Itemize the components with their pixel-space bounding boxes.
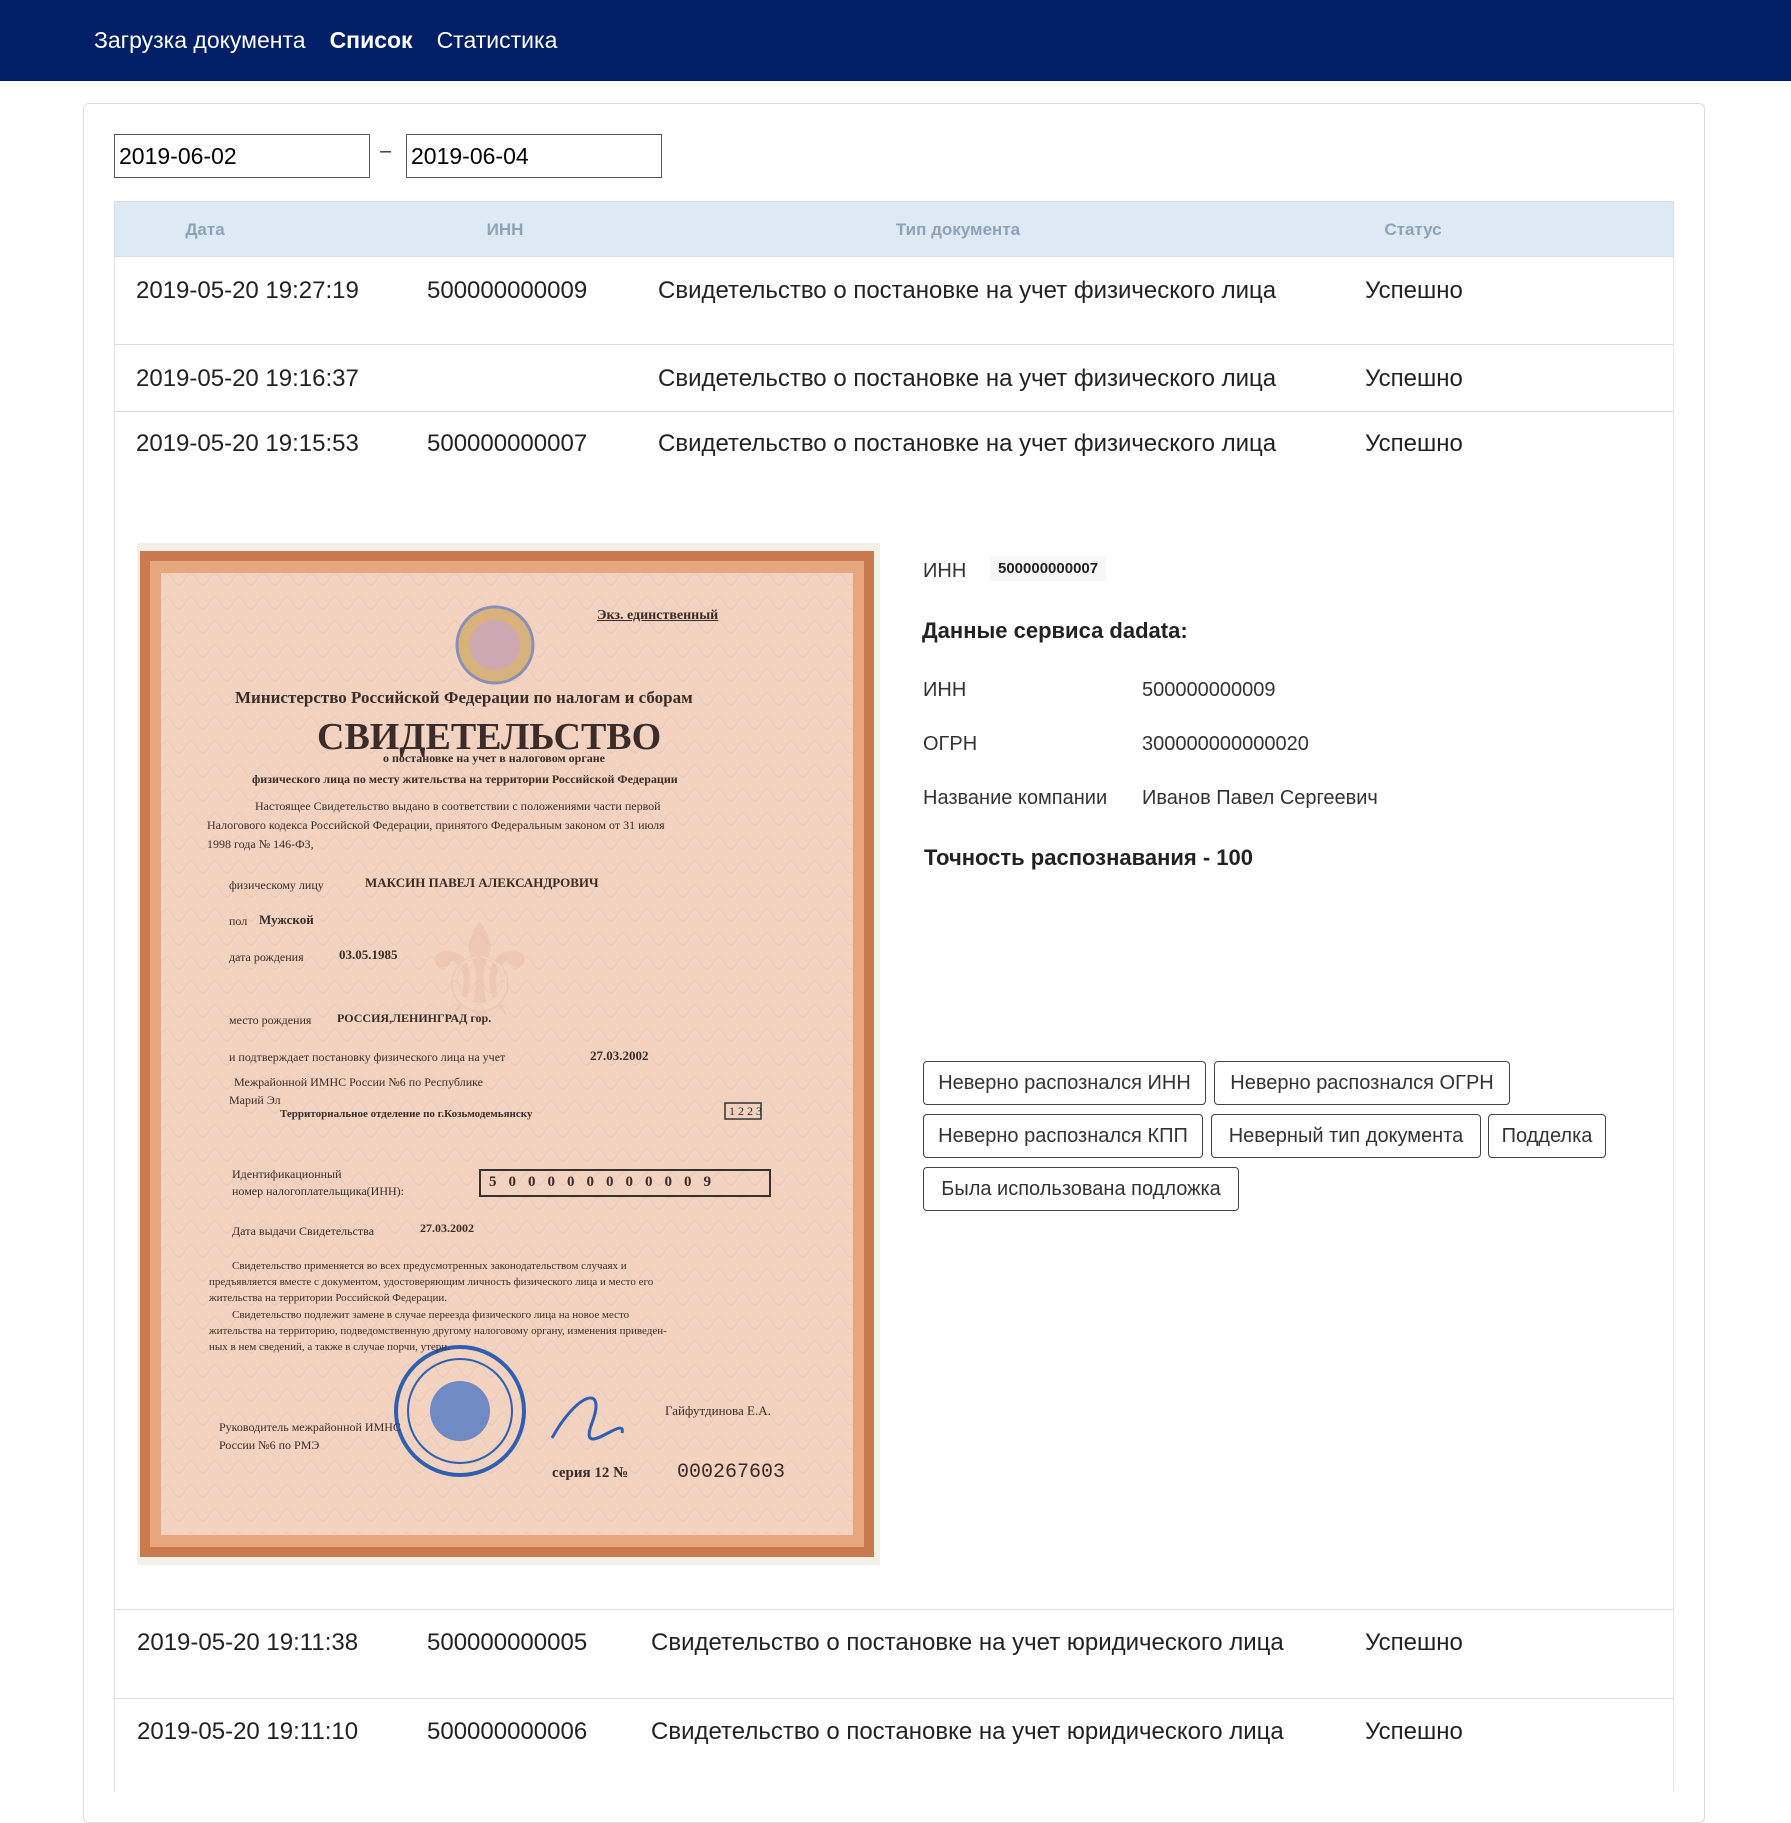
row-document-type: Свидетельство о постановке на учет юриди… (651, 1718, 1284, 1745)
document-paragraph: жительства на территорию, подведомственн… (209, 1325, 667, 1337)
document-text-layer: Экз. единственный Министерство Российско… (137, 543, 880, 1565)
document-birth-value: 03.05.1985 (339, 947, 398, 962)
document-inn-label: Идентификационный (232, 1167, 342, 1181)
row-document-type: Свидетельство о постановке на учет физич… (658, 277, 1277, 304)
document-head-title: Руководитель межрайонной ИМНС (219, 1420, 401, 1434)
document-paragraph: ных в нем сведений, а также в случае пор… (209, 1341, 450, 1353)
document-paragraph: Налогового кодекса Российской Федерации,… (207, 818, 665, 832)
document-signer: Гайфутдинова Е.А. (665, 1403, 771, 1418)
row-inn: 500000000007 (427, 430, 588, 457)
document-paragraph: предъявляется вместе с документом, удост… (209, 1276, 654, 1288)
dadata-company-name-label: Название компании (923, 787, 1108, 809)
column-header-inn[interactable]: ИНН (445, 220, 565, 240)
document-subtitle: о постановке на учет в налоговом органе (383, 751, 606, 765)
row-document-type: Свидетельство о постановке на учет юриди… (651, 1629, 1284, 1656)
document-person-value: МАКСИН ПАВЕЛ АЛЕКСАНДРОВИЧ (365, 875, 599, 890)
dadata-ogrn-value: 300000000000020 (1142, 733, 1309, 755)
document-birth-label: дата рождения (229, 950, 304, 964)
row-status: Успешно (1365, 1629, 1463, 1656)
row-date: 2019-05-20 19:16:37 (136, 365, 359, 392)
row-status: Успешно (1365, 430, 1463, 457)
dadata-section-title: Данные сервиса dadata: (922, 618, 1188, 643)
document-person-label: физическому лицу (229, 878, 324, 892)
column-header-status[interactable]: Статус (1353, 220, 1473, 240)
document-scan-image: ⚜ Экз. единственный Министерство Российс… (137, 543, 880, 1565)
document-head-title: России №6 по РМЭ (219, 1438, 320, 1452)
row-inn: 500000000006 (427, 1718, 588, 1745)
table-header: Дата ИНН Тип документа Статус (114, 201, 1674, 257)
top-navbar: Загрузка документа Список Статистика (0, 0, 1791, 81)
document-inn-label: номер налогоплательщика(ИНН): (232, 1184, 404, 1198)
detail-inn-label: ИНН (923, 560, 967, 582)
row-date: 2019-05-20 19:11:10 (137, 1718, 359, 1745)
dadata-inn-value: 500000000009 (1142, 679, 1276, 701)
document-sex-label: пол (229, 914, 248, 928)
document-inn-digits: 500000000009 (489, 1174, 723, 1190)
dadata-inn-label: ИНН (923, 679, 967, 701)
document-confirm-value: 27.03.2002 (590, 1048, 649, 1063)
wrong-ogrn-button[interactable]: Неверно распознался ОГРН (1214, 1061, 1510, 1105)
document-subtitle: физического лица по месту жительства на … (252, 772, 678, 786)
nav-statistics[interactable]: Статистика (437, 27, 558, 54)
document-copy-note: Экз. единственный (597, 608, 719, 623)
document-paragraph: Свидетельство подлежит замене в случае п… (232, 1309, 630, 1321)
document-sex-value: Мужской (259, 912, 314, 927)
document-paragraph: 1998 года № 146-ФЗ, (207, 837, 314, 851)
wrong-kpp-button[interactable]: Неверно распознался КПП (923, 1114, 1203, 1158)
table-row[interactable]: 2019-05-20 19:11:10 500000000006 Свидете… (114, 1699, 1674, 1791)
table-row[interactable]: 2019-05-20 19:16:37 Свидетельство о пост… (114, 345, 1674, 412)
document-issue-value: 27.03.2002 (420, 1221, 474, 1235)
date-to-input[interactable] (406, 134, 662, 178)
date-range-separator: – (380, 140, 392, 162)
detail-inn-badge: 500000000007 (990, 556, 1107, 581)
document-series-label: серия 12 № (552, 1465, 629, 1481)
dadata-company-name-value: Иванов Павел Сергеевич (1142, 787, 1378, 809)
table-row[interactable]: 2019-05-20 19:27:19 500000000009 Свидете… (114, 257, 1674, 345)
forgery-button[interactable]: Подделка (1488, 1114, 1606, 1158)
row-date: 2019-05-20 19:27:19 (136, 277, 359, 304)
wrong-document-type-button[interactable]: Неверный тип документа (1211, 1114, 1481, 1158)
document-place-value: РОССИЯ,ЛЕНИНГРАД гор. (337, 1011, 492, 1025)
document-authority: Марий Эл (229, 1093, 281, 1107)
row-status: Успешно (1365, 365, 1463, 392)
document-series-number: 000267603 (677, 1461, 786, 1484)
document-authority: Территориальное отделение по г.Козьмодем… (280, 1108, 533, 1120)
row-inn: 500000000009 (427, 277, 588, 304)
document-ministry: Министерство Российской Федерации по нал… (235, 688, 693, 707)
document-confirm-label: и подтверждает постановку физического ли… (229, 1050, 506, 1064)
row-inn: 500000000005 (427, 1629, 588, 1656)
document-place-label: место рождения (229, 1013, 312, 1027)
substrate-used-button[interactable]: Была использована подложка (923, 1167, 1239, 1211)
recognition-accuracy: Точность распознавания - 100 (924, 845, 1253, 870)
row-document-type: Свидетельство о постановке на учет физич… (658, 430, 1277, 457)
row-date: 2019-05-20 19:15:53 (136, 430, 359, 457)
document-paragraph: Настоящее Свидетельство выдано в соответ… (255, 799, 661, 813)
nav-list[interactable]: Список (330, 27, 413, 54)
document-authority-code: 1223 (729, 1104, 765, 1118)
row-status: Успешно (1365, 1718, 1463, 1745)
document-authority: Межрайонной ИМНС России №6 по Республике (234, 1075, 483, 1089)
date-from-input[interactable] (114, 134, 370, 178)
column-header-date[interactable]: Дата (130, 220, 280, 240)
wrong-inn-button[interactable]: Неверно распознался ИНН (923, 1061, 1206, 1105)
document-issue-label: Дата выдачи Свидетельства (232, 1224, 375, 1238)
table-row[interactable]: 2019-05-20 19:11:38 500000000005 Свидете… (114, 1610, 1674, 1699)
row-document-type: Свидетельство о постановке на учет физич… (658, 365, 1277, 392)
dadata-ogrn-label: ОГРН (923, 733, 978, 755)
row-date: 2019-05-20 19:11:38 (137, 1629, 359, 1656)
row-status: Успешно (1365, 277, 1463, 304)
document-paragraph: жительства на территории Российской Феде… (209, 1292, 447, 1304)
column-header-document-type[interactable]: Тип документа (808, 220, 1108, 240)
document-paragraph: Свидетельство применяется во всех предус… (232, 1260, 627, 1272)
nav-upload-document[interactable]: Загрузка документа (94, 27, 306, 54)
